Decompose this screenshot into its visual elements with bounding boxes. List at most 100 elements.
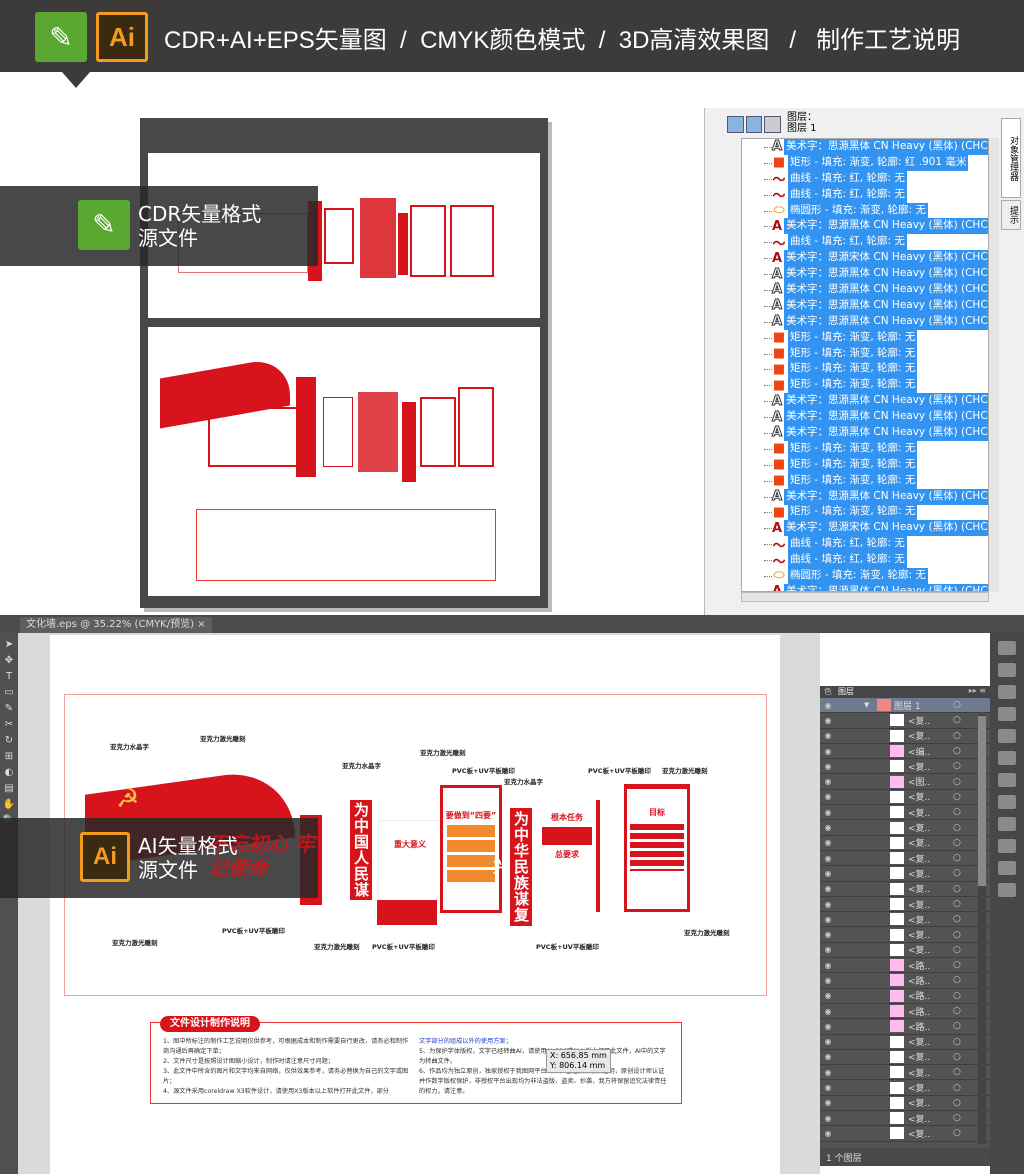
tab-color[interactable]: 色 <box>824 686 832 698</box>
object-list[interactable]: A 美术字：思源黑体 CN Heavy (黑体) (CHC) - ■ 矩形 - 填充:… <box>741 138 989 592</box>
tool-icons[interactable]: ➤✥T▭✎✂↻⊞◐▤✋🔍 <box>0 633 18 829</box>
sublayer-name[interactable]: <图.. <box>908 775 930 788</box>
sublayer-row[interactable]: ◉ <路.. ○ <box>820 958 990 974</box>
target-circle-icon[interactable]: ○ <box>953 1098 961 1108</box>
sublayer-row[interactable]: ◉ <复.. ○ <box>820 805 990 821</box>
visibility-eye-icon[interactable]: ◉ <box>820 762 836 771</box>
visibility-eye-icon[interactable]: ◉ <box>820 1083 836 1092</box>
object-list-item[interactable]: ■ 矩形 - 填充: 渐变, 轮廓: 无 <box>742 377 988 394</box>
visibility-eye-icon[interactable]: ◉ <box>820 808 836 817</box>
target-circle-icon[interactable]: ○ <box>953 807 961 817</box>
visibility-eye-icon[interactable]: ◉ <box>820 1022 836 1031</box>
target-circle-icon[interactable]: ○ <box>953 700 961 710</box>
target-circle-icon[interactable]: ○ <box>953 1083 961 1093</box>
visibility-eye-icon[interactable]: ◉ <box>820 1114 836 1123</box>
visibility-eye-icon[interactable]: ◉ <box>820 945 836 954</box>
target-circle-icon[interactable]: ○ <box>953 777 961 787</box>
panel-menu-icon[interactable]: ▸▸ ≡ <box>969 686 990 698</box>
object-list-item[interactable]: A 美术字：思源黑体 CN Heavy (黑体) (CHC) - <box>742 425 988 441</box>
sublayer-row[interactable]: ◉ <编.. ○ <box>820 744 990 760</box>
target-circle-icon[interactable]: ○ <box>953 731 961 741</box>
target-circle-icon[interactable]: ○ <box>953 761 961 771</box>
sublayer-row[interactable]: ◉ <复.. ○ <box>820 1050 990 1066</box>
sublayer-row[interactable]: ◉ <复.. ○ <box>820 927 990 943</box>
object-list-scrollbar[interactable] <box>989 138 999 592</box>
appearance-icon[interactable] <box>998 795 1016 809</box>
sublayer-row[interactable]: ◉ <复.. ○ <box>820 1096 990 1112</box>
object-list-item[interactable]: A 美术字：思源黑体 CN Heavy (黑体) (CHC) - <box>742 139 988 155</box>
object-list-item[interactable]: ⬭ 椭圆形 - 填充: 渐变, 轮廓: 无 <box>742 202 988 219</box>
sublayer-row[interactable]: ◉ <图.. ○ <box>820 774 990 790</box>
object-list-item[interactable]: 〜曲线 - 填充: 红, 轮廓: 无 <box>742 552 988 570</box>
object-list-item[interactable]: ■ 矩形 - 填充: 渐变, 轮廓: 无 <box>742 456 988 473</box>
target-circle-icon[interactable]: ○ <box>953 914 961 924</box>
sublayer-name[interactable]: <复.. <box>908 913 930 926</box>
tab-hints[interactable]: 提示 <box>1001 200 1021 230</box>
layer-name[interactable]: 图层 1 <box>894 699 921 712</box>
visibility-eye-icon[interactable]: ◉ <box>820 1007 836 1016</box>
target-circle-icon[interactable]: ○ <box>953 960 961 970</box>
visibility-eye-icon[interactable]: ◉ <box>820 1052 836 1061</box>
visibility-eye-icon[interactable]: ◉ <box>820 777 836 786</box>
object-list-item[interactable]: A 美术字：思源黑体 CN Heavy (黑体) (CHC) - <box>742 314 988 330</box>
transform-icon[interactable] <box>998 817 1016 831</box>
sublayer-name[interactable]: <复.. <box>908 882 930 895</box>
sublayer-name[interactable]: <复.. <box>908 836 930 849</box>
sublayer-row[interactable]: ◉ <复.. ○ <box>820 820 990 836</box>
visibility-eye-icon[interactable]: ◉ <box>820 701 836 710</box>
target-circle-icon[interactable]: ○ <box>953 746 961 756</box>
object-list-item[interactable]: 〜曲线 - 填充: 红, 轮廓: 无 <box>742 234 988 252</box>
visibility-eye-icon[interactable]: ◉ <box>820 792 836 801</box>
sublayer-row[interactable]: ◉ <复.. ○ <box>820 729 990 744</box>
layer-manager-view-icon[interactable] <box>727 116 744 133</box>
sublayer-name[interactable]: <路.. <box>908 989 930 1002</box>
sublayer-name[interactable]: <复.. <box>908 760 930 773</box>
target-circle-icon[interactable]: ○ <box>953 868 961 878</box>
target-circle-icon[interactable]: ○ <box>953 1113 961 1123</box>
sublayer-name[interactable]: <复.. <box>908 790 930 803</box>
object-list-item[interactable]: ⬭ 椭圆形 - 填充: 渐变, 轮廓: 无 <box>742 568 988 584</box>
sublayer-row[interactable]: ◉ <路.. ○ <box>820 1019 990 1035</box>
sublayer-row[interactable]: ◉ <复.. ○ <box>820 912 990 928</box>
sublayer-name[interactable]: <路.. <box>908 959 930 972</box>
visibility-eye-icon[interactable]: ◉ <box>820 1068 836 1077</box>
target-circle-icon[interactable]: ○ <box>953 991 961 1001</box>
edit-across-layers-icon[interactable] <box>745 116 763 133</box>
target-circle-icon[interactable]: ○ <box>953 930 961 940</box>
target-circle-icon[interactable]: ○ <box>953 838 961 848</box>
object-list-item[interactable]: ■ 矩形 - 填充: 渐变, 轮廓: 无 <box>742 361 988 378</box>
object-list-item[interactable]: A 美术字：思源黑体 CN Heavy (黑体) (CHC) - <box>742 282 988 298</box>
artboards-icon[interactable] <box>998 641 1016 655</box>
sublayer-row[interactable]: ◉ <路.. ○ <box>820 973 990 989</box>
object-list-item[interactable]: A 美术字：思源黑体 CN Heavy (黑体) (CHC) - <box>742 393 988 409</box>
target-circle-icon[interactable]: ○ <box>953 1037 961 1047</box>
target-circle-icon[interactable]: ○ <box>953 853 961 863</box>
sublayer-name[interactable]: <复.. <box>908 729 930 742</box>
target-circle-icon[interactable]: ○ <box>953 975 961 985</box>
close-tab-icon[interactable]: × <box>197 619 205 630</box>
object-list-item[interactable]: 〜曲线 - 填充: 红, 轮廓: 无 <box>742 186 988 204</box>
object-list-item[interactable]: A 美术字：思源黑体 CN Heavy (黑体) (CHC) - <box>742 409 988 425</box>
sublayer-name[interactable]: <复.. <box>908 1035 930 1048</box>
visibility-eye-icon[interactable]: ◉ <box>820 976 836 985</box>
sublayer-row[interactable]: ◉ <复.. ○ <box>820 790 990 806</box>
object-properties-icon[interactable] <box>764 116 782 133</box>
visibility-eye-icon[interactable]: ◉ <box>820 716 836 725</box>
sublayer-row[interactable]: ◉ <复.. ○ <box>820 1111 990 1127</box>
sublayer-row[interactable]: ◉ <复.. ○ <box>820 1080 990 1096</box>
sublayer-row[interactable]: ◉ <复.. ○ <box>820 943 990 959</box>
sublayer-name[interactable]: <复.. <box>908 1050 930 1063</box>
document-tab[interactable]: 文化墙.eps @ 35.22% (CMYK/预览) × <box>20 617 212 633</box>
sublayer-row[interactable]: ◉ <路.. ○ <box>820 989 990 1004</box>
sublayer-name[interactable]: <路.. <box>908 1005 930 1018</box>
object-list-hscrollbar[interactable] <box>741 592 989 602</box>
target-circle-icon[interactable]: ○ <box>953 945 961 955</box>
pathfinder-icon[interactable] <box>998 861 1016 875</box>
sublayer-row[interactable]: ◉ <路.. ○ <box>820 1004 990 1020</box>
target-circle-icon[interactable]: ○ <box>953 1006 961 1016</box>
sublayer-name[interactable]: <复.. <box>908 928 930 941</box>
visibility-eye-icon[interactable]: ◉ <box>820 731 836 740</box>
visibility-eye-icon[interactable]: ◉ <box>820 900 836 909</box>
symbols-icon[interactable] <box>998 707 1016 721</box>
object-list-item[interactable]: ■ 矩形 - 填充: 渐变, 轮廓: 无 <box>742 504 988 521</box>
